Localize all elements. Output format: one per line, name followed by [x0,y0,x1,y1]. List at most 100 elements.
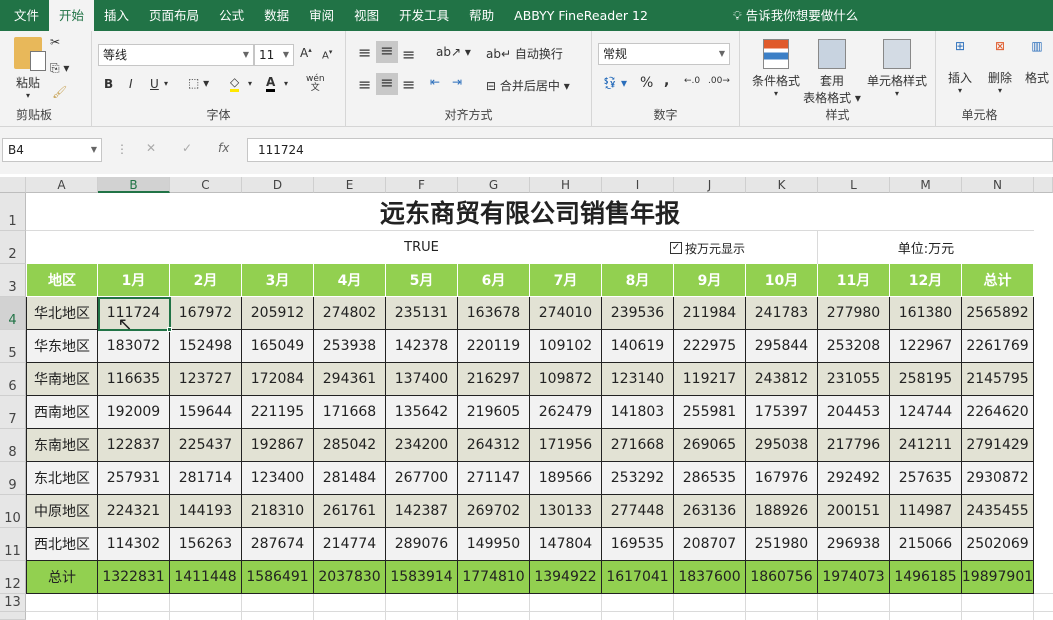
column-header-G[interactable]: G [458,177,530,193]
increase-font-icon[interactable]: A▴ [300,46,312,60]
formula-input[interactable]: 111724 [247,138,1053,162]
data-cell[interactable]: 253292 [602,462,674,495]
column-header-B[interactable]: B [98,177,170,193]
align-center-icon[interactable]: ≡ [376,73,398,95]
data-cell[interactable]: 234200 [386,429,458,462]
data-cell[interactable]: 216297 [458,363,530,396]
data-cell[interactable]: 218310 [242,495,314,528]
tab-9[interactable]: 帮助 [459,0,504,31]
data-cell[interactable]: 258195 [890,363,962,396]
column-header-I[interactable]: I [602,177,674,193]
data-cell[interactable]: 219605 [458,396,530,429]
data-cell[interactable]: 264312 [458,429,530,462]
data-cell[interactable]: 224321 [98,495,170,528]
select-all-corner[interactable] [0,177,26,193]
header-cell[interactable]: 地区 [26,264,98,297]
data-cell[interactable]: 175397 [746,396,818,429]
data-cell[interactable]: 221195 [242,396,314,429]
header-cell[interactable]: 8月 [602,264,674,297]
data-cell[interactable]: 269065 [674,429,746,462]
data-cell[interactable]: 114302 [98,528,170,561]
data-cell[interactable]: 142387 [386,495,458,528]
tab-6[interactable]: 审阅 [299,0,344,31]
show-in-wan-checkbox[interactable]: ✓按万元显示 [670,239,760,257]
data-cell[interactable]: 109872 [530,363,602,396]
column-header-C[interactable]: C [170,177,242,193]
name-box[interactable]: B4▼ [2,138,102,162]
decrease-indent-icon[interactable]: ⇤ [430,75,440,89]
data-cell[interactable]: 281714 [170,462,242,495]
tab-7[interactable]: 视图 [344,0,389,31]
data-cell[interactable]: 149950 [458,528,530,561]
total-cell[interactable]: 总计 [26,561,98,594]
row-header-12[interactable]: 12 [0,561,26,594]
row-header-13[interactable]: 13 [0,594,26,612]
column-header-L[interactable]: L [818,177,890,193]
decrease-font-icon[interactable]: A▾ [322,48,332,61]
data-cell[interactable]: 192867 [242,429,314,462]
increase-indent-icon[interactable]: ⇥ [452,75,462,89]
spreadsheet-grid[interactable]: ABCDEFGHIJKLMN12345678910111213远东商贸有限公司销… [0,177,1053,620]
data-cell[interactable]: 135642 [386,396,458,429]
header-cell[interactable]: 4月 [314,264,386,297]
row-header-10[interactable]: 10 [0,495,26,528]
insert-function-icon[interactable]: fx [218,141,229,155]
data-cell[interactable]: 141803 [602,396,674,429]
column-header-J[interactable]: J [674,177,746,193]
data-cell[interactable]: 277980 [818,297,890,330]
total-cell[interactable]: 19897901 [962,561,1034,594]
total-cell[interactable]: 1860756 [746,561,818,594]
header-cell[interactable]: 1月 [98,264,170,297]
data-cell[interactable]: 285042 [314,429,386,462]
total-cell[interactable]: 1411448 [170,561,242,594]
tab-3[interactable]: 页面布局 [139,0,209,31]
data-cell[interactable]: 292492 [818,462,890,495]
header-cell[interactable]: 总计 [962,264,1034,297]
total-cell[interactable]: 1496185 [890,561,962,594]
row-header-11[interactable]: 11 [0,528,26,561]
copy-icon[interactable]: ⎘ ▾ [50,61,69,76]
tab-10[interactable]: ABBYY FineReader 12 [504,0,658,31]
data-cell[interactable]: 114987 [890,495,962,528]
border-icon[interactable]: ⬚ ▾ [188,76,209,90]
conditional-format-button[interactable]: 条件格式▾ [748,39,804,98]
column-header-K[interactable]: K [746,177,818,193]
total-cell[interactable]: 1837600 [674,561,746,594]
header-cell[interactable]: 2月 [170,264,242,297]
data-cell[interactable]: 123140 [602,363,674,396]
column-header-N[interactable]: N [962,177,1034,193]
data-cell[interactable]: 286535 [674,462,746,495]
total-cell[interactable]: 1617041 [602,561,674,594]
align-top-icon[interactable]: ≡ [358,43,371,62]
fill-handle[interactable] [167,327,172,332]
data-cell[interactable]: 188926 [746,495,818,528]
data-cell[interactable]: 294361 [314,363,386,396]
data-cell[interactable]: 241211 [890,429,962,462]
data-cell[interactable]: 172084 [242,363,314,396]
row-header-14[interactable] [0,612,26,620]
format-cells-button[interactable]: ▥格式 [1022,39,1052,86]
total-cell[interactable]: 1586491 [242,561,314,594]
data-cell[interactable]: 161380 [890,297,962,330]
align-middle-icon[interactable]: ≡ [376,41,398,63]
data-cell[interactable]: 2145795 [962,363,1034,396]
data-cell[interactable]: 241783 [746,297,818,330]
checkbox-icon[interactable]: ✓ [670,242,682,254]
data-cell[interactable]: 204453 [818,396,890,429]
data-cell[interactable]: 2264620 [962,396,1034,429]
data-cell[interactable]: 257931 [98,462,170,495]
column-header-E[interactable]: E [314,177,386,193]
data-cell[interactable]: 231055 [818,363,890,396]
column-header-F[interactable]: F [386,177,458,193]
tab-2[interactable]: 插入 [94,0,139,31]
row-header-7[interactable]: 7 [0,396,26,429]
align-bottom-icon[interactable]: ≡ [402,45,415,64]
total-cell[interactable]: 1583914 [386,561,458,594]
data-cell[interactable]: 167976 [746,462,818,495]
row-header-3[interactable]: 3 [0,264,26,297]
data-cell[interactable]: 东南地区 [26,429,98,462]
enter-icon[interactable]: ✓ [182,141,192,155]
data-cell[interactable]: 263136 [674,495,746,528]
fill-color-icon[interactable]: ◇ [230,75,239,92]
data-cell[interactable]: 130133 [530,495,602,528]
